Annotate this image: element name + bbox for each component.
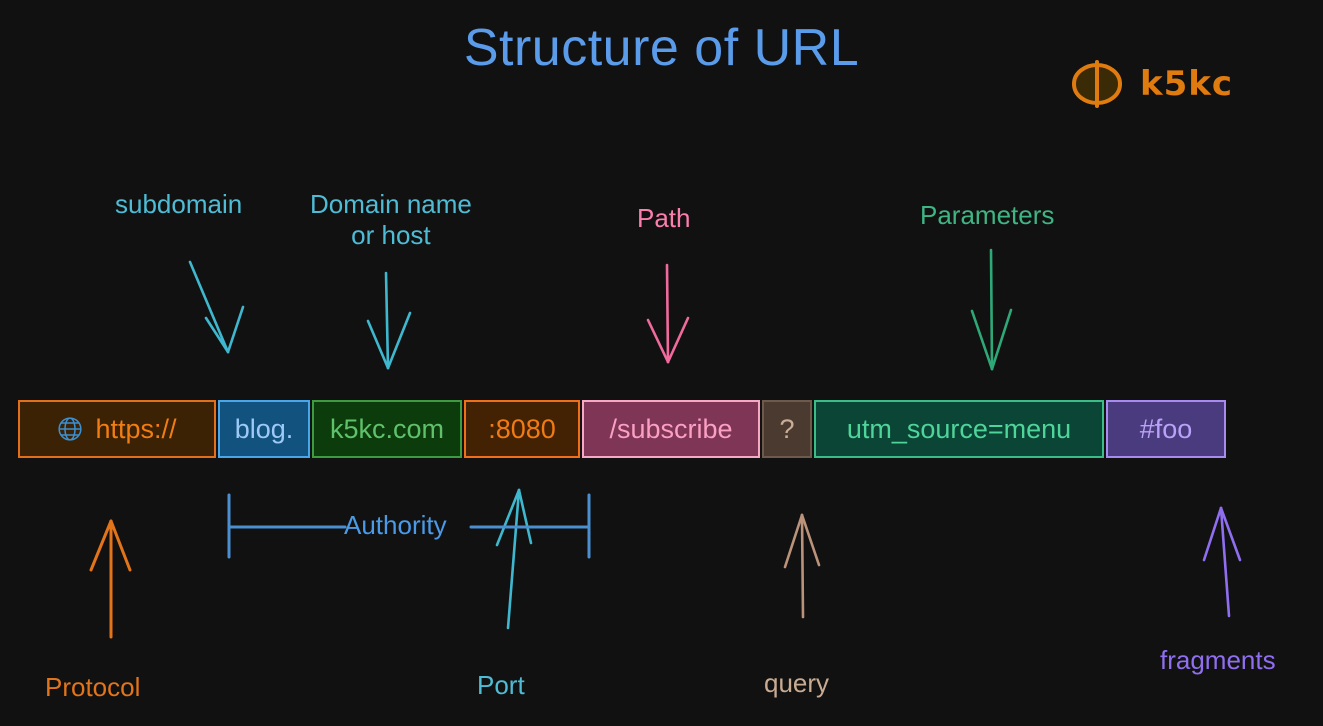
annotation-label-authority: Authority [344, 510, 447, 540]
subdomain-arrow-icon [188, 260, 245, 354]
annotation-label-parameters: Parameters [920, 200, 1055, 230]
url-bar: https:// blog. k5kc.com :8080/subscribe? utm… [18, 400, 1226, 458]
slide-canvas: Structure of URL k5kc https://blog. k5kc.… [0, 0, 1323, 726]
bowtie-mark-icon [1071, 60, 1123, 108]
annotation-label-subdomain: subdomain [115, 189, 243, 219]
protocol-arrow-icon [89, 519, 132, 639]
globe-icon [58, 417, 83, 441]
url-segment-port[interactable]: :8080 [464, 400, 580, 458]
domain-arrow-icon [366, 271, 412, 370]
query-arrow-icon [783, 513, 821, 619]
url-segment-label-parameters: utm_source=menu [846, 413, 1072, 444]
url-segment-query-mark[interactable]: ? [762, 400, 812, 458]
brand-logo-text: k5kc [1140, 64, 1234, 104]
parameters-arrow-icon [970, 248, 1013, 371]
url-segment-label-path: /subscribe [609, 413, 733, 444]
annotation-label-path: Path [637, 203, 691, 233]
url-segment-label-query-mark: ? [779, 413, 795, 444]
connector-overlay [89, 248, 1242, 639]
annotation-label-protocol: Protocol [45, 672, 141, 702]
url-segment-path[interactable]: /subscribe [582, 400, 760, 458]
annotation-label-fragments: fragments [1160, 645, 1276, 675]
path-arrow-icon [646, 263, 690, 364]
url-segment-label-protocol: https:// [95, 413, 177, 444]
annotation-label-domain: Domain name or host [310, 189, 472, 250]
annotation-label-port: Port [477, 670, 525, 700]
url-segment-parameters[interactable]: utm_source=menu [814, 400, 1104, 458]
url-segment-fragment[interactable]: #foo [1106, 400, 1226, 458]
url-segment-label-port: :8080 [488, 413, 556, 444]
port-arrow-icon [495, 488, 533, 630]
fragments-arrow-icon [1202, 506, 1242, 618]
annotation-label-query: query [764, 668, 830, 698]
url-segment-protocol[interactable]: https:// [18, 400, 216, 458]
url-segment-label-subdomain: blog. [234, 413, 294, 444]
url-segment-label-domain: k5kc.com [329, 413, 445, 444]
url-segment-label-fragment: #foo [1139, 413, 1193, 444]
url-segment-domain[interactable]: k5kc.com [312, 400, 462, 458]
url-segment-subdomain[interactable]: blog. [218, 400, 310, 458]
brand-logo: k5kc [1068, 60, 1233, 108]
